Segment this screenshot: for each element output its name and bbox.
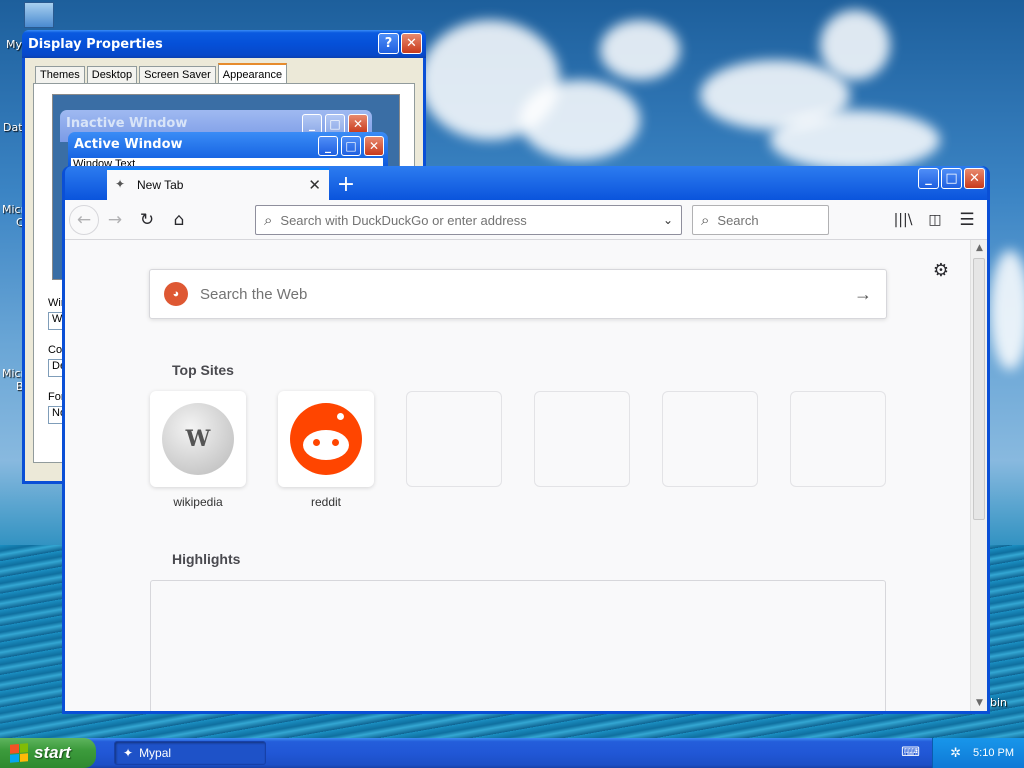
display-properties-tabs: Themes Desktop Screen Saver Appearance: [25, 58, 423, 83]
scroll-down-icon[interactable]: ▼: [971, 695, 987, 711]
duckduckgo-icon: ◕: [164, 282, 188, 306]
minimize-icon: _: [318, 136, 338, 156]
close-icon: ✕: [406, 36, 417, 51]
inactive-window-title: Inactive Window: [66, 116, 188, 131]
window-controls: _ □ ✕: [916, 168, 985, 189]
desktop-icon-data[interactable]: Dat: [3, 121, 23, 134]
desktop-icon-label: My: [6, 38, 23, 51]
toolbar-right: |||\ ◫ ☰: [887, 204, 983, 236]
nav-toolbar: ← → ↻ ⌂ ⌕ Search with DuckDuckGo or ente…: [65, 200, 987, 240]
tab-themes[interactable]: Themes: [35, 66, 85, 83]
plus-icon: +: [336, 171, 356, 197]
taskbar: start ✦ Mypal ⌨ ✲ 5:10 PM: [0, 738, 1024, 768]
top-site-empty-slot[interactable]: [790, 391, 886, 487]
wikipedia-icon: W: [162, 403, 234, 475]
scroll-up-icon[interactable]: ▲: [971, 240, 987, 256]
new-tab-page: ⚙ ◕ Search the Web → Top Sites W wikiped…: [65, 240, 987, 711]
tab-new-tab[interactable]: ✦ New Tab ✕: [107, 168, 329, 200]
windows-logo-icon: [10, 743, 28, 763]
url-placeholder: Search with DuckDuckGo or enter address: [280, 212, 527, 228]
reload-icon: ↻: [139, 209, 155, 230]
home-button[interactable]: ⌂: [163, 204, 195, 236]
chevron-down-icon[interactable]: ⌄: [663, 213, 673, 227]
top-site-empty-slot[interactable]: [534, 391, 630, 487]
minimize-button[interactable]: _: [918, 168, 939, 189]
browser-window: ✦ New Tab ✕ + _ □ ✕ ← → ↻ ⌂ ⌕ Search wit…: [62, 166, 990, 714]
tab-bar: ✦ New Tab ✕ + _ □ ✕: [65, 166, 987, 200]
search-icon: ⌕: [264, 211, 273, 229]
top-site-empty-slot[interactable]: [662, 391, 758, 487]
taskbar-item-mypal[interactable]: ✦ Mypal: [114, 741, 266, 765]
arrow-right-icon[interactable]: →: [854, 284, 872, 305]
help-button[interactable]: ?: [378, 33, 399, 54]
network-icon[interactable]: ✲: [950, 745, 961, 761]
start-label: start: [34, 743, 71, 762]
top-site-reddit[interactable]: [278, 391, 374, 487]
tab-screen-saver[interactable]: Screen Saver: [139, 66, 216, 83]
url-bar[interactable]: ⌕ Search with DuckDuckGo or enter addres…: [255, 205, 682, 235]
search-icon: ⌕: [701, 211, 710, 229]
back-arrow-icon: ←: [76, 209, 92, 230]
desktop-icon-recycle-bin[interactable]: bin: [990, 696, 1007, 709]
desktop-icon-label: Dat: [3, 121, 23, 134]
close-icon: ✕: [969, 171, 980, 186]
top-site-label: reddit: [310, 495, 342, 509]
start-button[interactable]: start: [0, 738, 96, 768]
window-title: Display Properties: [28, 36, 163, 52]
computer-icon: [24, 2, 54, 28]
top-site-empty-slot[interactable]: [406, 391, 502, 487]
web-search-input[interactable]: ◕ Search the Web →: [149, 269, 887, 319]
display-properties-titlebar[interactable]: Display Properties ? ✕: [22, 30, 426, 58]
reddit-icon: [290, 403, 362, 475]
new-tab-button[interactable]: +: [329, 168, 363, 200]
web-search-placeholder: Search the Web: [200, 285, 308, 303]
close-button[interactable]: ✕: [964, 168, 985, 189]
maximize-icon: □: [341, 136, 361, 156]
help-icon: ?: [384, 36, 393, 51]
search-input[interactable]: ⌕ Search: [692, 205, 829, 235]
tab-appearance[interactable]: Appearance: [217, 63, 288, 83]
tab-desktop[interactable]: Desktop: [86, 66, 138, 83]
sidebar-icon: ◫: [928, 212, 942, 228]
search-placeholder: Search: [717, 212, 759, 228]
highlights-panel: [150, 580, 886, 711]
scroll-thumb[interactable]: [973, 258, 985, 520]
library-icon: |||\: [893, 212, 913, 228]
back-button[interactable]: ←: [69, 204, 99, 235]
taskbar-item-label: Mypal: [139, 746, 172, 760]
tab-label: New Tab: [137, 178, 184, 192]
menu-button[interactable]: ☰: [951, 204, 983, 236]
close-icon: ✕: [348, 114, 368, 134]
reload-button[interactable]: ↻: [131, 204, 163, 236]
close-icon: ✕: [364, 136, 384, 156]
forward-arrow-icon: →: [107, 209, 123, 230]
vertical-scrollbar[interactable]: ▲ ▼: [970, 240, 987, 711]
forward-button[interactable]: →: [99, 204, 131, 236]
minimize-icon: _: [925, 171, 932, 186]
library-button[interactable]: |||\: [887, 204, 919, 236]
tab-close-icon[interactable]: ✕: [308, 176, 321, 194]
hamburger-menu-icon: ☰: [959, 210, 975, 230]
system-tray: ✲ 5:10 PM: [932, 738, 1024, 768]
maximize-button[interactable]: □: [941, 168, 962, 189]
maximize-icon: □: [945, 171, 958, 186]
top-site-label: wikipedia: [173, 495, 223, 509]
desktop-icon-my-computer[interactable]: My: [4, 2, 54, 51]
keyboard-icon[interactable]: ⌨: [901, 745, 920, 760]
close-button[interactable]: ✕: [401, 33, 422, 54]
sidebar-button[interactable]: ◫: [919, 204, 951, 236]
mypal-icon: ✦: [115, 177, 126, 191]
highlights-title: Highlights: [172, 551, 241, 567]
top-sites-title: Top Sites: [172, 362, 234, 378]
active-window-title: Active Window: [74, 137, 183, 152]
settings-gear-icon[interactable]: ⚙: [933, 260, 949, 281]
desktop-icon-label: bin: [990, 696, 1008, 709]
mypal-icon: ✦: [123, 746, 134, 760]
top-site-wikipedia[interactable]: W: [150, 391, 246, 487]
maximize-icon: □: [325, 114, 345, 134]
clock[interactable]: 5:10 PM: [973, 747, 1014, 759]
minimize-icon: _: [302, 114, 322, 134]
home-icon: ⌂: [173, 209, 185, 230]
